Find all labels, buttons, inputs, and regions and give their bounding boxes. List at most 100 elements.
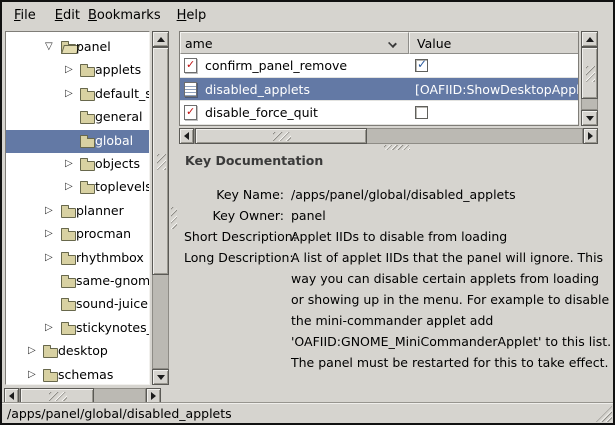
arrow-down-icon (157, 375, 165, 384)
doc-field-value: Applet IIDs to disable from loading (291, 226, 613, 247)
scroll-down-button[interactable] (581, 110, 598, 126)
tree-item-label: objects (95, 156, 140, 171)
tree-item-label: planner (76, 203, 124, 218)
key-table[interactable]: ame Value confirm_panel_remove ✓ disabled_… (179, 31, 579, 126)
scroll-down-button[interactable] (152, 369, 169, 385)
statusbar: /apps/panel/global/disabled_applets (2, 402, 613, 423)
scroll-right-button[interactable] (583, 128, 598, 144)
key-documentation-fields: Key Name: /apps/panel/global/disabled_app… (184, 184, 613, 373)
tree-item-label: sound-juicer (76, 296, 150, 311)
arrow-up-icon (586, 33, 594, 42)
tree-item-label: panel (76, 39, 111, 54)
expander-closed-icon[interactable]: ▷ (28, 344, 36, 358)
scroll-up-button[interactable] (152, 31, 169, 47)
scrollbar-thumb[interactable] (195, 128, 367, 144)
arrow-left-icon (5, 392, 14, 400)
tree-item-rhythmbox[interactable]: ▷rhythmbox (6, 247, 149, 270)
scrollbar-thumb[interactable] (152, 47, 169, 275)
folder-icon (80, 91, 95, 101)
expander-closed-icon[interactable]: ▷ (45, 251, 53, 265)
key-value-cell (409, 101, 579, 124)
expander-closed-icon[interactable]: ▷ (65, 157, 73, 171)
expander-closed-icon[interactable]: ▷ (45, 204, 53, 218)
tree-item-label: desktop (58, 343, 108, 358)
menu-edit[interactable]: Edit (55, 4, 80, 27)
key-name-cell: confirm_panel_remove (205, 58, 347, 73)
table-horizontal-scrollbar[interactable] (179, 128, 598, 144)
expander-closed-icon[interactable]: ▷ (45, 321, 53, 335)
key-value-text: [OAFIID:ShowDesktopApplet] (415, 82, 579, 97)
tree-item-label: global (95, 133, 133, 148)
menu-help[interactable]: Help (177, 4, 207, 27)
doc-field-value: panel (291, 205, 613, 226)
expander-open-icon[interactable]: ▽ (45, 40, 53, 54)
table-row-confirm_panel_remove[interactable]: confirm_panel_remove ✓ (180, 54, 578, 78)
list-key-icon (184, 82, 197, 97)
scroll-left-button[interactable] (179, 128, 194, 144)
menu-file[interactable]: File (14, 4, 36, 27)
key-name-cell: disable_force_quit (205, 105, 318, 120)
column-header-name[interactable]: ame (180, 32, 409, 54)
tree-item-global[interactable]: global (6, 130, 149, 153)
expander-closed-icon[interactable]: ▷ (65, 63, 73, 77)
expander-closed-icon[interactable]: ▷ (45, 227, 53, 241)
tree-item-label: general (95, 109, 143, 124)
table-vertical-scrollbar[interactable] (581, 31, 598, 126)
tree-item-stickynotes-[interactable]: ▷stickynotes_ (6, 317, 149, 340)
tree-item-toplevels[interactable]: ▷toplevels (6, 176, 149, 199)
tree-item-label: default_se (95, 86, 150, 101)
arrow-right-icon (588, 132, 597, 140)
table-row-disable_force_quit[interactable]: disable_force_quit (180, 101, 578, 125)
tree-item-schemas[interactable]: ▷ schemas (6, 364, 149, 385)
sort-indicator-icon (388, 39, 397, 48)
expander-closed-icon[interactable]: ▷ (65, 87, 73, 101)
column-header-name-label: ame (185, 36, 213, 51)
tree-item-label: applets (95, 62, 141, 77)
tree-item-applets[interactable]: ▷ applets (6, 59, 149, 82)
key-documentation-title: Key Documentation (185, 153, 323, 168)
tree-item-planner[interactable]: ▷ planner (6, 200, 149, 223)
checkbox-checked[interactable]: ✓ (415, 59, 428, 72)
folder-icon (61, 301, 76, 311)
column-header-value[interactable]: Value (409, 32, 579, 54)
folder-icon (61, 231, 76, 241)
folder-icon (61, 325, 76, 335)
tree-item-sound-juicer[interactable]: sound-juicer (6, 293, 149, 316)
tree-item-objects[interactable]: ▷ objects (6, 153, 149, 176)
tree-item-general[interactable]: general (6, 106, 149, 129)
folder-icon (80, 184, 95, 194)
folder-icon (43, 372, 58, 382)
column-header-value-label: Value (417, 36, 451, 51)
scroll-up-button[interactable] (581, 31, 598, 47)
doc-field-label: Short Description: (184, 226, 284, 247)
checkbox-unchecked[interactable] (415, 106, 428, 119)
expander-closed-icon[interactable]: ▷ (65, 180, 73, 194)
tree-item-procman[interactable]: ▷procman (6, 223, 149, 246)
tree-item-same-gnome[interactable]: same-gnome (6, 270, 149, 293)
tree-item-panel[interactable]: ▽ panel (6, 36, 149, 59)
statusbar-key-path: /apps/panel/global/disabled_applets (7, 406, 232, 421)
tree-item-default-se[interactable]: ▷ default_se (6, 83, 149, 106)
doc-field-label: Long Description: (184, 247, 284, 373)
doc-field-value: /apps/panel/global/disabled_applets (291, 184, 613, 205)
arrow-up-icon (157, 33, 165, 42)
menu-bookmarks[interactable]: Bookmarks (88, 4, 161, 27)
folder-tree[interactable]: ▽panel▷applets▷default_segeneralglobal▷o… (5, 31, 150, 385)
doc-field-label: Key Name: (184, 184, 284, 205)
documentation-splitter[interactable] (179, 144, 611, 151)
scrollbar-thumb[interactable] (581, 47, 598, 99)
folder-icon (61, 44, 76, 54)
folder-icon (61, 255, 76, 265)
menubar: File Edit Bookmarks Help (2, 2, 613, 29)
tree-item-desktop[interactable]: ▷ desktop (6, 340, 149, 363)
window-resize-grip-icon[interactable] (596, 406, 612, 422)
expander-closed-icon[interactable]: ▷ (28, 368, 36, 382)
thumb-grip-icon (586, 66, 595, 82)
tree-vertical-scrollbar[interactable] (152, 31, 169, 385)
arrow-down-icon (586, 116, 594, 125)
pane-splitter[interactable] (169, 31, 179, 404)
table-row-disabled_applets[interactable]: disabled_applets[OAFIID:ShowDesktopApple… (180, 78, 578, 102)
key-documentation-panel: Key Documentation Key Name: /apps/panel/g… (179, 151, 613, 402)
tree-item-label: schemas (58, 367, 113, 382)
splitter-grip-icon (384, 145, 410, 150)
